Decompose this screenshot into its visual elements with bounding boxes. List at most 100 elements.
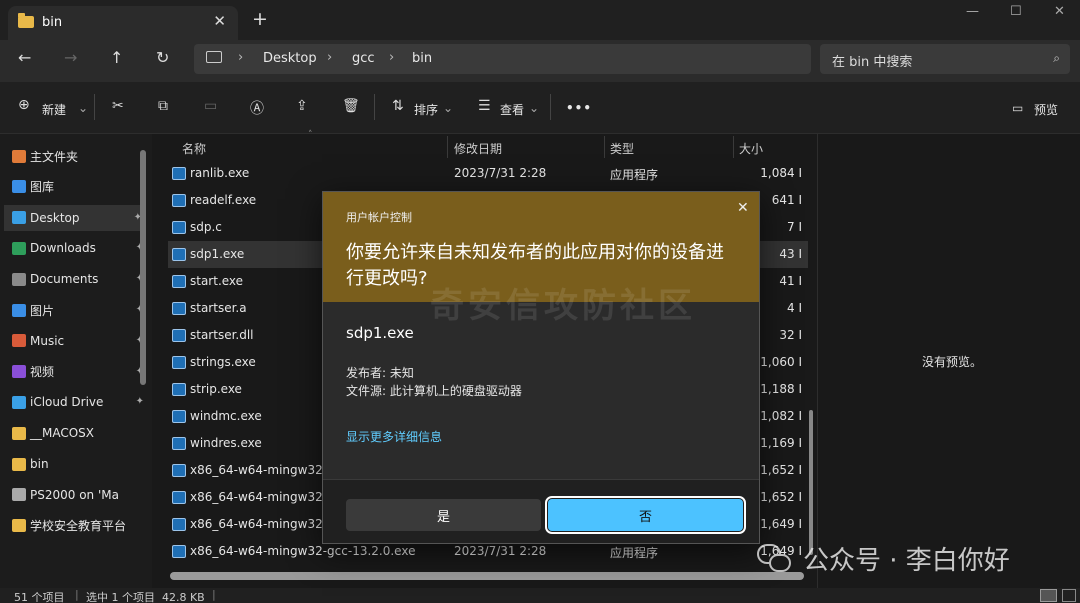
file-name: windmc.exe	[190, 409, 262, 423]
file-row[interactable]: ranlib.exe 2023/7/31 2:28 应用程序 1,084 I	[168, 160, 808, 187]
new-icon[interactable]: ⊕	[18, 97, 30, 113]
copy-icon[interactable]: ⧉	[158, 98, 168, 114]
chevron-right-icon: ›	[389, 50, 395, 65]
sidebar-item-label: 图库	[30, 180, 55, 195]
chevron-down-icon: ⌄	[443, 101, 454, 115]
folder-icon	[12, 334, 26, 348]
column-header-size[interactable]: 大小	[739, 140, 763, 157]
tab-bin[interactable]: bin ✕	[8, 6, 238, 40]
horizontal-scrollbar[interactable]	[170, 572, 804, 580]
file-name: x86_64-w64-mingw32-gcc-13.2.0.exe	[190, 544, 416, 558]
file-icon	[172, 491, 186, 504]
forward-button[interactable]: →	[64, 48, 77, 67]
item-count: 51 个项目	[14, 591, 65, 603]
sidebar-item[interactable]: 图库	[12, 174, 148, 200]
sidebar-item[interactable]: Downloads✦	[12, 235, 148, 261]
view-icon[interactable]: ☰	[478, 98, 491, 114]
sidebar-item[interactable]: iCloud Drive ✦	[12, 389, 148, 415]
up-button[interactable]: ↑	[110, 48, 123, 67]
sidebar-item-label: __MACOSX	[30, 426, 95, 441]
yes-button[interactable]: 是	[346, 499, 541, 531]
sidebar-item[interactable]: 学校安全教育平台	[12, 513, 148, 539]
breadcrumb-bin[interactable]: bin	[412, 51, 432, 66]
maximize-button[interactable]: ☐	[1010, 4, 1022, 19]
back-button[interactable]: ←	[18, 48, 31, 67]
sort-icon[interactable]: ⇅	[392, 98, 404, 114]
monitor-icon	[206, 51, 222, 63]
more-button[interactable]: •••	[566, 101, 592, 115]
sidebar-item[interactable]: 图片✦	[12, 297, 148, 323]
sidebar-scrollbar[interactable]	[140, 150, 146, 385]
file-list-scrollbar[interactable]	[809, 410, 813, 555]
file-name: windres.exe	[190, 436, 262, 450]
sidebar-item[interactable]: __MACOSX	[12, 420, 148, 446]
folder-icon	[12, 180, 26, 194]
folder-icon	[18, 13, 34, 28]
sort-up-icon: ˄	[308, 130, 313, 140]
no-preview-text: 没有预览。	[922, 355, 983, 369]
file-icon	[172, 356, 186, 369]
file-size: 32 I	[779, 328, 802, 342]
file-icon	[172, 194, 186, 207]
preview-button[interactable]: 预览	[1034, 101, 1058, 118]
rename-icon[interactable]: Ⓐ	[250, 98, 264, 118]
uac-close-button[interactable]: ✕	[737, 200, 749, 216]
refresh-button[interactable]: ↻	[156, 48, 169, 67]
new-tab-button[interactable]: +	[252, 8, 268, 30]
column-header-date[interactable]: 修改日期	[454, 140, 502, 157]
file-icon	[172, 464, 186, 477]
file-type: 应用程序	[610, 168, 659, 182]
new-button[interactable]: 新建	[42, 101, 66, 118]
column-divider[interactable]	[733, 136, 734, 158]
sidebar-item[interactable]: 视频✦	[12, 359, 148, 385]
view-button[interactable]: 查看	[500, 101, 524, 118]
file-date: 2023/7/31 2:28	[454, 166, 547, 180]
preview-pane-icon[interactable]: ▭	[1012, 101, 1023, 115]
file-icon	[172, 518, 186, 531]
sidebar-item-label: Desktop	[30, 210, 80, 225]
column-header-name[interactable]: 名称	[182, 140, 206, 157]
sidebar-item[interactable]: PS2000 on 'Ma	[12, 482, 148, 508]
file-size: 1,084 I	[760, 166, 802, 180]
column-divider[interactable]	[447, 136, 448, 158]
breadcrumb-desktop[interactable]: Desktop	[263, 51, 317, 66]
column-header-type[interactable]: 类型	[610, 140, 634, 157]
wechat-account-text: 公众号 · 李白你好	[803, 546, 1010, 576]
folder-icon	[12, 365, 26, 379]
file-size: 1,082 I	[760, 409, 802, 423]
breadcrumb-gcc[interactable]: gcc	[352, 51, 375, 66]
file-icon	[172, 302, 186, 315]
file-icon	[172, 248, 186, 261]
search-icon: ⌕	[1053, 51, 1060, 65]
sidebar-item[interactable]: Documents✦	[12, 266, 148, 292]
uac-origin: 文件源: 此计算机上的硬盘驱动器	[346, 384, 522, 398]
column-divider[interactable]	[604, 136, 605, 158]
details-view-icon[interactable]	[1040, 589, 1057, 602]
sort-button[interactable]: 排序	[414, 101, 438, 118]
share-icon[interactable]: ⇪	[296, 98, 308, 114]
cut-icon[interactable]: ✂	[112, 98, 124, 114]
close-window-button[interactable]: ✕	[1054, 4, 1065, 19]
tab-close-button[interactable]: ✕	[213, 12, 226, 30]
sidebar-item[interactable]: 主文件夹	[12, 143, 148, 169]
paste-icon[interactable]: ▭	[204, 98, 217, 114]
chevron-down-icon: ⌄	[78, 101, 89, 115]
no-button[interactable]: 否	[545, 496, 746, 534]
file-size: 1,649 I	[760, 517, 802, 531]
sidebar-item[interactable]: Music✦	[12, 328, 148, 354]
delete-icon[interactable]: 🗑	[342, 98, 360, 114]
chevron-right-icon: ›	[327, 50, 333, 65]
file-name: x86_64-w64-mingw32-g	[190, 490, 335, 504]
tiles-view-icon[interactable]	[1062, 589, 1076, 602]
file-icon	[172, 167, 186, 180]
sidebar-item[interactable]: Desktop ✦	[4, 204, 146, 231]
search-input[interactable]: 在 bin 中搜索 ⌕	[820, 44, 1070, 74]
watermark-text: 奇安信攻防社区	[430, 286, 696, 326]
sidebar-item[interactable]: bin	[12, 451, 148, 477]
status-bar: 51 个项目 | 选中 1 个项目 42.8 KB |	[0, 588, 1080, 603]
minimize-button[interactable]: —	[966, 4, 979, 19]
file-name: sdp.c	[190, 220, 222, 234]
file-type: 应用程序	[610, 546, 659, 560]
folder-icon	[12, 519, 26, 533]
show-more-details-link[interactable]: 显示更多详细信息	[346, 428, 442, 445]
